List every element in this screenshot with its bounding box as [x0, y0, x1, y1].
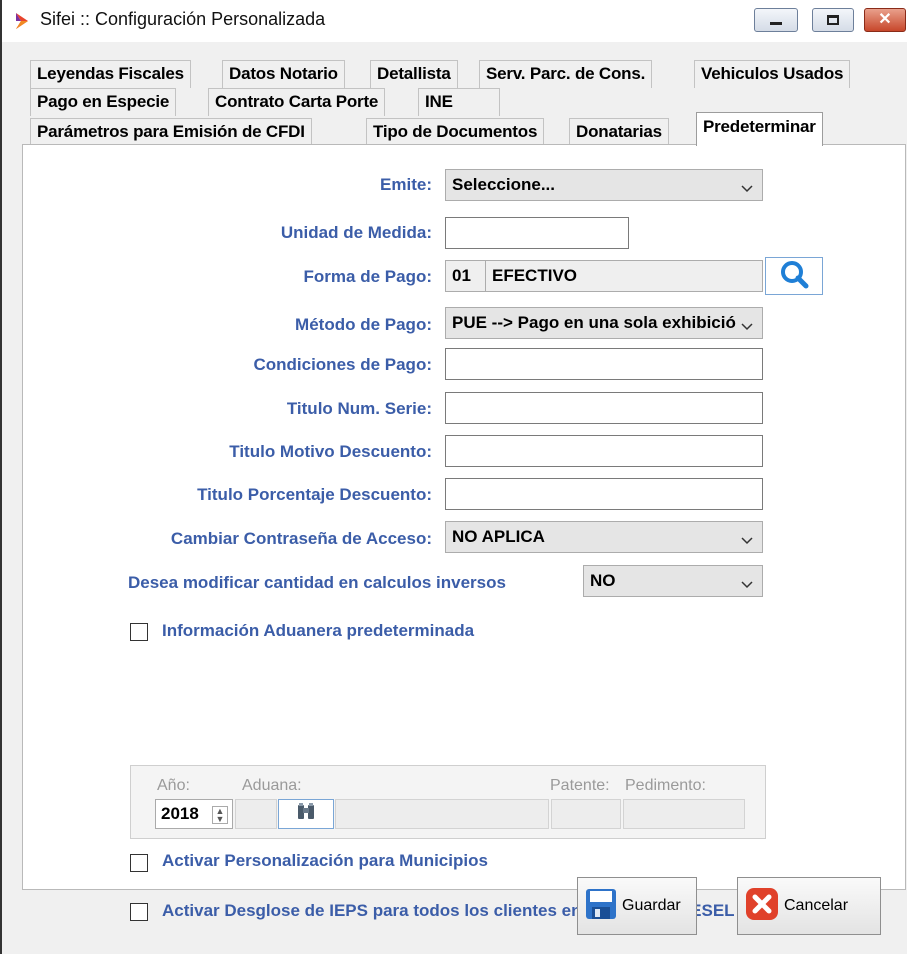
municipios-checkbox[interactable]: [130, 854, 148, 872]
unidad-medida-input[interactable]: [445, 217, 629, 249]
minimize-icon: [770, 21, 782, 25]
predeterminar-panel: Emite: Seleccione... Unidad de Medida: F…: [22, 144, 906, 921]
binoculars-icon: [295, 802, 317, 827]
maximize-button[interactable]: [812, 8, 854, 32]
tab-tipo-de-documentos[interactable]: Tipo de Documentos: [366, 118, 545, 146]
metodo-pago-label: Método de Pago:: [295, 315, 432, 334]
condiciones-pago-label: Condiciones de Pago:: [253, 355, 432, 374]
tab-leyendas-fiscales[interactable]: Leyendas Fiscales: [30, 60, 191, 88]
anio-stepper[interactable]: 2018 ▲ ▼: [155, 799, 233, 829]
cambiar-contrasena-label: Cambiar Contraseña de Acceso:: [170, 529, 432, 548]
tab-vehiculos-usados[interactable]: Vehiculos Usados: [694, 60, 851, 88]
aduanera-checkbox-label: Información Aduanera predeterminada: [162, 621, 475, 640]
tab-pago-en-especie[interactable]: Pago en Especie: [30, 88, 177, 116]
search-icon: [779, 259, 809, 294]
pedimento-label: Pedimento:: [625, 777, 706, 794]
save-icon: [584, 887, 618, 926]
chevron-down-icon: [740, 179, 754, 199]
aduana-code-field: [235, 799, 277, 829]
patente-field: [551, 799, 621, 829]
tab-datos-notario[interactable]: Datos Notario: [222, 60, 345, 88]
emite-label: Emite:: [380, 175, 432, 194]
tab-serv-parc-cons[interactable]: Serv. Parc. de Cons.: [479, 60, 653, 88]
titulo-porcentaje-descuento-input[interactable]: [445, 478, 763, 510]
titulo-motivo-descuento-label: Titulo Motivo Descuento:: [229, 442, 432, 461]
guardar-button[interactable]: Guardar: [577, 877, 697, 935]
municipios-checkbox-label: Activar Personalización para Municipios: [162, 851, 488, 870]
tab-contrato-carta-porte[interactable]: Contrato Carta Porte: [208, 88, 386, 116]
ieps-checkbox[interactable]: [130, 903, 148, 921]
calculos-inversos-value: NO: [590, 571, 616, 590]
title-bar: Sifei :: Configuración Personalizada ✕: [2, 0, 907, 42]
aduanera-group: Año: Aduana: Patente: Pedimento: 2018 ▲ ▼: [130, 765, 766, 839]
sifei-logo-icon: [14, 11, 34, 36]
pedimento-field: [623, 799, 745, 829]
stepper-arrows-icon[interactable]: ▲ ▼: [212, 806, 228, 824]
titulo-num-serie-input[interactable]: [445, 392, 763, 424]
calculos-inversos-label: Desea modificar cantidad en calculos inv…: [128, 573, 506, 592]
config-window: Sifei :: Configuración Personalizada ✕ L…: [0, 0, 907, 954]
forma-pago-code: 01: [445, 260, 487, 292]
metodo-pago-select-value: PUE --> Pago en una sola exhibición: [452, 313, 747, 332]
anio-value: 2018: [161, 804, 199, 823]
chevron-down-icon: [740, 531, 754, 551]
emite-select[interactable]: Seleccione...: [445, 169, 763, 201]
forma-pago-search-button[interactable]: [765, 257, 823, 295]
emite-select-value: Seleccione...: [452, 175, 555, 194]
cancel-icon: [744, 886, 780, 927]
forma-pago-value: EFECTIVO: [485, 260, 763, 292]
maximize-icon: [827, 15, 839, 25]
unidad-medida-label: Unidad de Medida:: [280, 223, 432, 242]
dialog-content: Leyendas Fiscales Datos Notario Detallis…: [4, 42, 907, 954]
cambiar-contrasena-value: NO APLICA: [452, 527, 545, 546]
close-button[interactable]: ✕: [864, 8, 906, 32]
aduana-label: Aduana:: [242, 777, 302, 794]
window-title: Sifei :: Configuración Personalizada: [40, 9, 326, 29]
minimize-button[interactable]: [754, 8, 798, 32]
close-icon: ✕: [878, 11, 892, 28]
titulo-motivo-descuento-input[interactable]: [445, 435, 763, 467]
cancelar-label: Cancelar: [784, 897, 849, 914]
guardar-label: Guardar: [622, 897, 681, 914]
condiciones-pago-input[interactable]: [445, 348, 763, 380]
metodo-pago-select[interactable]: PUE --> Pago en una sola exhibición: [445, 307, 763, 339]
patente-label: Patente:: [550, 777, 610, 794]
forma-pago-label: Forma de Pago:: [303, 267, 432, 286]
tab-predeterminar[interactable]: Predeterminar: [696, 112, 823, 146]
aduana-name-field: [335, 799, 549, 829]
anio-label: Año:: [157, 777, 190, 794]
aduana-search-button[interactable]: [278, 799, 334, 829]
chevron-down-icon: [740, 575, 754, 595]
cambiar-contrasena-select[interactable]: NO APLICA: [445, 521, 763, 553]
cancelar-button[interactable]: Cancelar: [737, 877, 881, 935]
tab-detallista[interactable]: Detallista: [370, 60, 458, 88]
tab-ine[interactable]: INE: [418, 88, 500, 116]
aduanera-checkbox[interactable]: [130, 623, 148, 641]
calculos-inversos-select[interactable]: NO: [583, 565, 763, 597]
titulo-num-serie-label: Titulo Num. Serie:: [286, 399, 432, 418]
tab-donatarias[interactable]: Donatarias: [569, 118, 669, 146]
chevron-down-icon: [736, 317, 754, 337]
tab-parametros-emision-cfdi[interactable]: Parámetros para Emisión de CFDI: [30, 118, 312, 146]
titulo-porcentaje-descuento-label: Titulo Porcentaje Descuento:: [197, 485, 432, 504]
